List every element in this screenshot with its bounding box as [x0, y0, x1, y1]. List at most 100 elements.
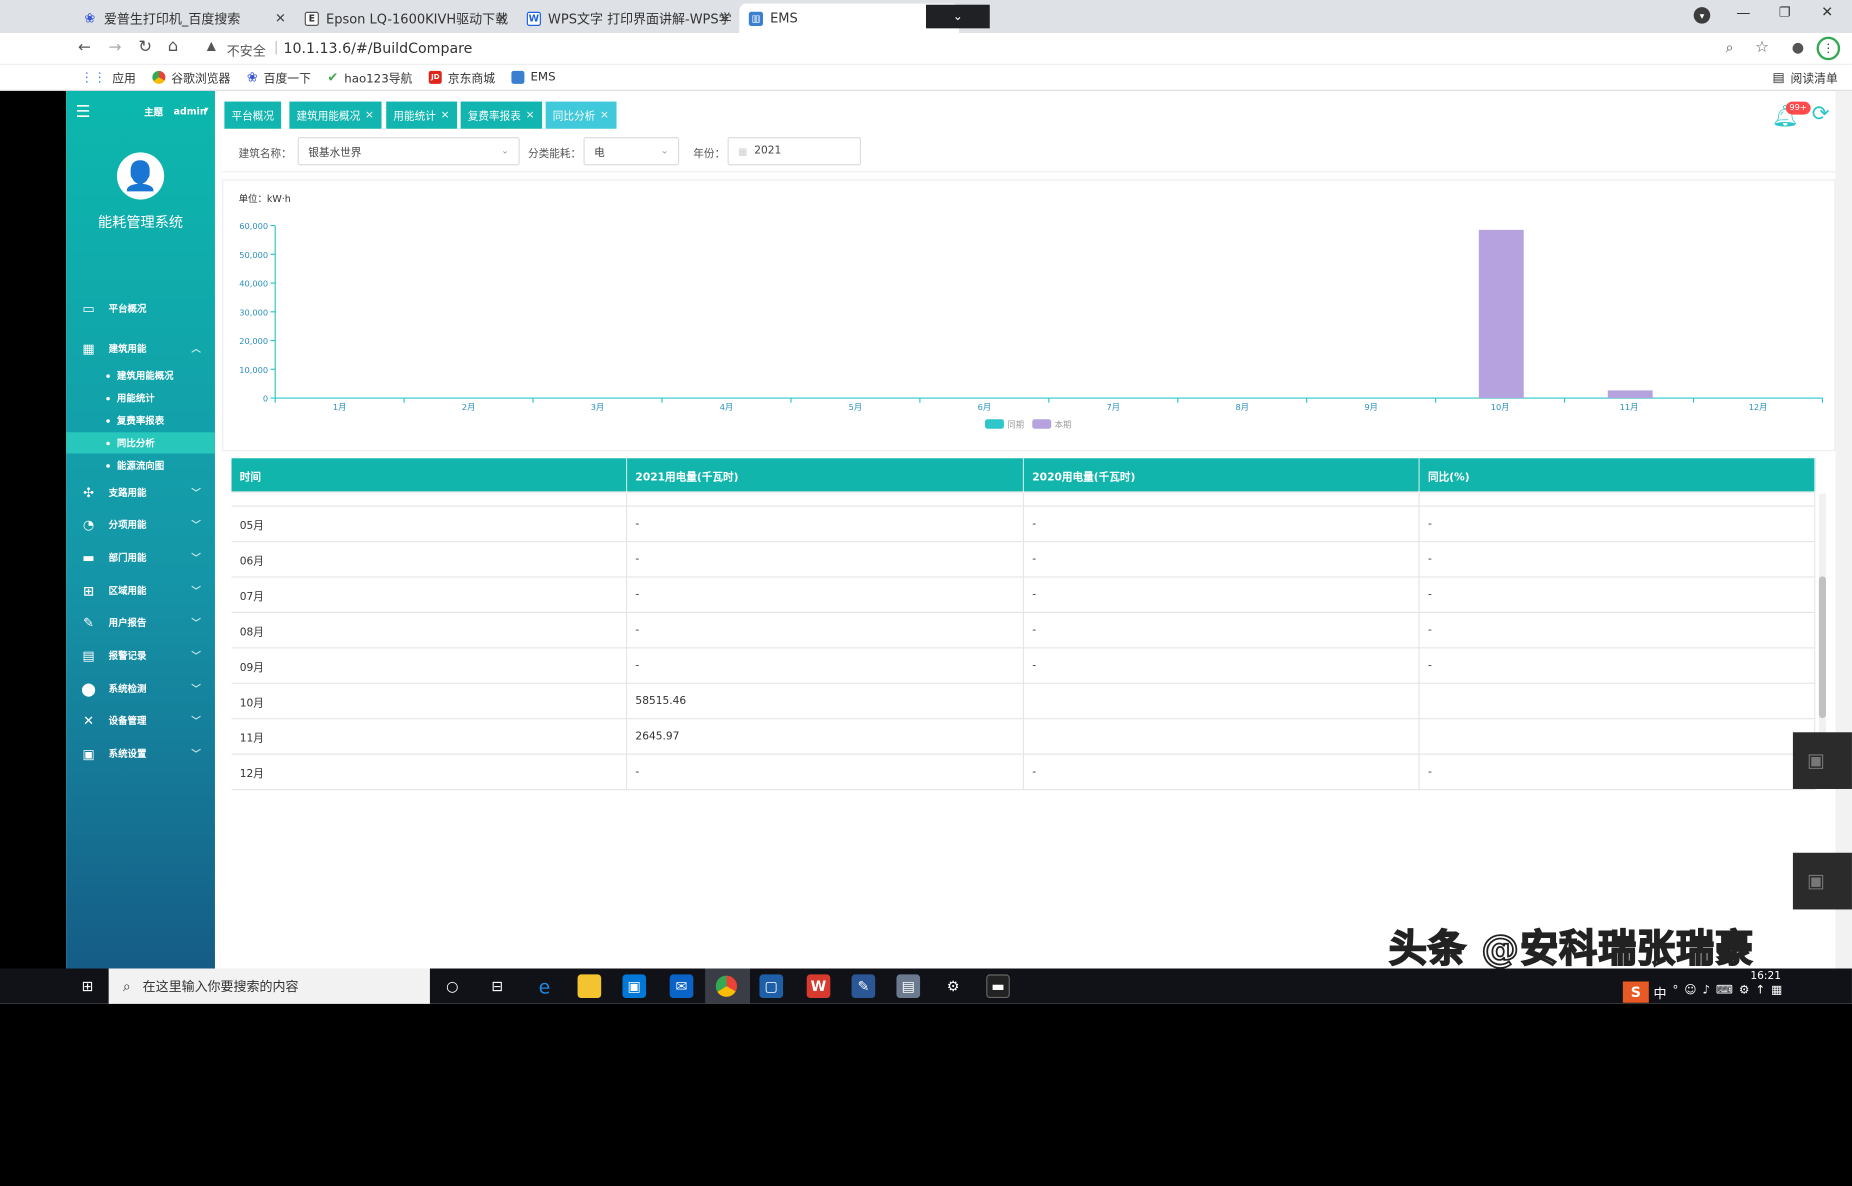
page-tab[interactable]: 复费率报表 × — [460, 101, 542, 129]
table-row[interactable]: 08月 - - - — [231, 612, 1816, 649]
store-icon[interactable]: ▣ — [622, 974, 647, 999]
sidebar-item-region[interactable]: ⊞ 区域用能 ﹀ — [66, 576, 215, 604]
floating-video-widget[interactable]: ▣ — [1792, 732, 1852, 789]
table-row[interactable]: 12月 - - - — [231, 754, 1816, 791]
tray-icons[interactable]: °☺♪⌨⚙↑▦ — [1672, 984, 1788, 997]
close-icon[interactable]: ✕ — [497, 11, 508, 26]
hamburger-menu-icon[interactable]: ☰ — [76, 103, 91, 122]
close-icon[interactable]: × — [600, 109, 609, 121]
table-header-cell[interactable]: 2021用电量(千瓦时) — [627, 458, 1025, 494]
bookmark-apps[interactable]: ⋮⋮ 应用 — [80, 69, 136, 87]
table-body[interactable]: 05月 - - -06月 - - -07月 - - -08月 - - -09月 - - -10月 58515.4… — [231, 492, 1816, 792]
security-label[interactable]: 不安全 — [227, 41, 266, 60]
browser-tab[interactable]: W WPS文字 打印界面讲解-WPS学 ✕ — [517, 4, 737, 34]
account-icon[interactable]: ● — [1792, 39, 1804, 56]
bookmark-item[interactable]: ✔ hao123导航 — [327, 69, 412, 87]
paint-icon[interactable]: ✎ — [851, 974, 876, 999]
floating-video-widget[interactable]: ▣ — [1792, 852, 1852, 910]
page-tab-active[interactable]: 同比分析 × — [545, 101, 617, 129]
table-row[interactable]: 11月 2645.97 — [231, 719, 1816, 755]
reading-list[interactable]: ▤ 阅读清单 — [1772, 69, 1837, 87]
table-row[interactable]: 10月 58515.46 — [231, 683, 1816, 720]
taskbar-clock[interactable]: 16:21 — [1750, 971, 1781, 983]
settings-gear-icon[interactable]: ⚙ — [941, 974, 965, 998]
sogou-ime-icon[interactable]: S — [1622, 981, 1649, 1003]
table-row[interactable]: 09月 - - - — [231, 648, 1816, 684]
bookmark-item[interactable]: ❀ 百度一下 — [247, 69, 311, 87]
task-view-icon[interactable]: ○ — [441, 974, 465, 998]
close-icon[interactable]: × — [365, 109, 374, 121]
page-tab[interactable]: 建筑用能概况 × — [289, 101, 381, 129]
page-tab[interactable]: 用能统计 × — [386, 101, 457, 129]
sidebar-subitem[interactable]: 复费率报表 — [66, 410, 215, 431]
close-icon[interactable]: × — [526, 109, 535, 121]
window-app-icon[interactable]: ▢ — [759, 974, 784, 999]
zoom-icon[interactable]: ⌕ — [1726, 39, 1734, 57]
table-header-cell[interactable]: 时间 — [231, 458, 628, 494]
sidebar-subitem-active[interactable]: 同比分析 — [66, 432, 215, 454]
table-row[interactable]: 06月 - - - — [231, 542, 1816, 578]
warning-icon[interactable]: ▲ — [207, 40, 216, 53]
close-icon[interactable]: × — [441, 109, 450, 121]
file-explorer-icon[interactable] — [577, 974, 602, 999]
theme-label[interactable]: 主题 — [144, 106, 163, 119]
category-select[interactable]: 电 ⌄ — [583, 137, 680, 166]
taskbar-search[interactable]: ⌕ 在这里输入你要搜索的内容 — [108, 968, 430, 1004]
year-picker[interactable]: ▦ 2021 — [727, 137, 862, 166]
sidebar-item-report[interactable]: ✎ 用户报告 ﹀ — [66, 608, 215, 636]
sidebar-item-branch[interactable]: ✣ 支路用能 ﹀ — [66, 478, 215, 506]
sidebar-item-platform[interactable]: ▭ 平台概况 — [66, 294, 215, 322]
refresh-icon[interactable]: ⟳ — [1812, 102, 1830, 127]
close-icon[interactable]: ✕ — [719, 11, 730, 26]
user-name[interactable]: admin — [174, 106, 207, 117]
forward-icon[interactable]: → — [109, 39, 122, 57]
star-icon[interactable]: ☆ — [1755, 39, 1769, 57]
profile-download-icon[interactable]: ▾ — [1693, 7, 1711, 24]
url-text[interactable]: 10.1.13.6/#/BuildCompare — [283, 40, 472, 57]
close-window-icon[interactable]: ✕ — [1821, 4, 1833, 21]
taskbar-active-app[interactable] — [705, 968, 750, 1004]
table-row[interactable]: 05月 - - - — [231, 506, 1816, 543]
edge-icon[interactable]: e — [533, 974, 557, 998]
sidebar-item-settings[interactable]: ▣ 系统设置 ﹀ — [66, 739, 215, 767]
printer-icon[interactable]: ▤ — [896, 974, 921, 999]
mail-icon[interactable]: ✉ — [669, 974, 694, 999]
building-select[interactable]: 银基水世界 ⌄ — [297, 137, 520, 166]
browser-tab[interactable]: E Epson LQ-1600KIVH驱动下载 ✕ — [295, 4, 515, 34]
menu-dots-icon[interactable]: ⋮ — [1816, 36, 1841, 61]
bookmark-item[interactable]: JD 京东商城 — [428, 69, 495, 86]
table-header-cell[interactable]: 同比(%) — [1420, 458, 1816, 494]
tab-search-chevron-icon[interactable]: ⌄ — [925, 4, 990, 29]
restore-icon[interactable]: ❐ — [1779, 5, 1791, 20]
sidebar-subitem[interactable]: 用能统计 — [66, 387, 215, 408]
page-scroll-gutter[interactable] — [1835, 90, 1852, 969]
back-icon[interactable]: ← — [78, 39, 91, 57]
table-header-cell[interactable]: 2020用电量(千瓦时) — [1024, 458, 1420, 494]
home-icon[interactable]: ⌂ — [168, 37, 179, 56]
wps-icon[interactable]: W — [806, 974, 831, 999]
sidebar-item-building[interactable]: ▦ 建筑用能 ︿ — [66, 334, 215, 362]
wps-w-icon: W — [526, 11, 541, 26]
sidebar-item-subitem[interactable]: ◔ 分项用能 ﹀ — [66, 510, 215, 538]
minimize-icon[interactable]: — — [1736, 5, 1750, 22]
sidebar-subitem[interactable]: 能源流向图 — [66, 455, 215, 476]
sidebar-subitem[interactable]: 建筑用能概况 — [66, 365, 215, 386]
terminal-icon[interactable]: ▬ — [986, 974, 1010, 999]
sidebar-item-department[interactable]: ▬ 部门用能 ﹀ — [66, 543, 215, 571]
windows-start-icon[interactable]: ⊞ — [76, 974, 100, 998]
bookmark-item[interactable]: 谷歌浏览器 — [152, 69, 230, 86]
ime-mode[interactable]: 中 — [1654, 984, 1667, 1003]
widgets-icon[interactable]: ⊟ — [485, 974, 509, 998]
sidebar-item-device[interactable]: ✕ 设备管理 ﹀ — [66, 706, 215, 734]
browser-tab[interactable]: ❀ 爱普生打印机_百度搜索 ✕ — [73, 4, 293, 34]
sidebar-item-detect[interactable]: ⬤ 系统检测 ﹀ — [66, 674, 215, 702]
bookmark-item[interactable]: EMS — [511, 70, 556, 84]
reload-icon[interactable]: ↻ — [138, 38, 152, 57]
page-tab[interactable]: 平台概况 — [224, 101, 282, 129]
table-row[interactable]: 07月 - - - — [231, 577, 1816, 613]
user-caret-icon[interactable]: ▾ — [204, 105, 208, 114]
close-icon[interactable]: ✕ — [275, 11, 286, 26]
sidebar-item-alarm[interactable]: ▤ 报警记录 ﹀ — [66, 641, 215, 669]
table-row[interactable] — [231, 492, 1816, 507]
table-scrollbar-thumb[interactable] — [1818, 576, 1826, 719]
